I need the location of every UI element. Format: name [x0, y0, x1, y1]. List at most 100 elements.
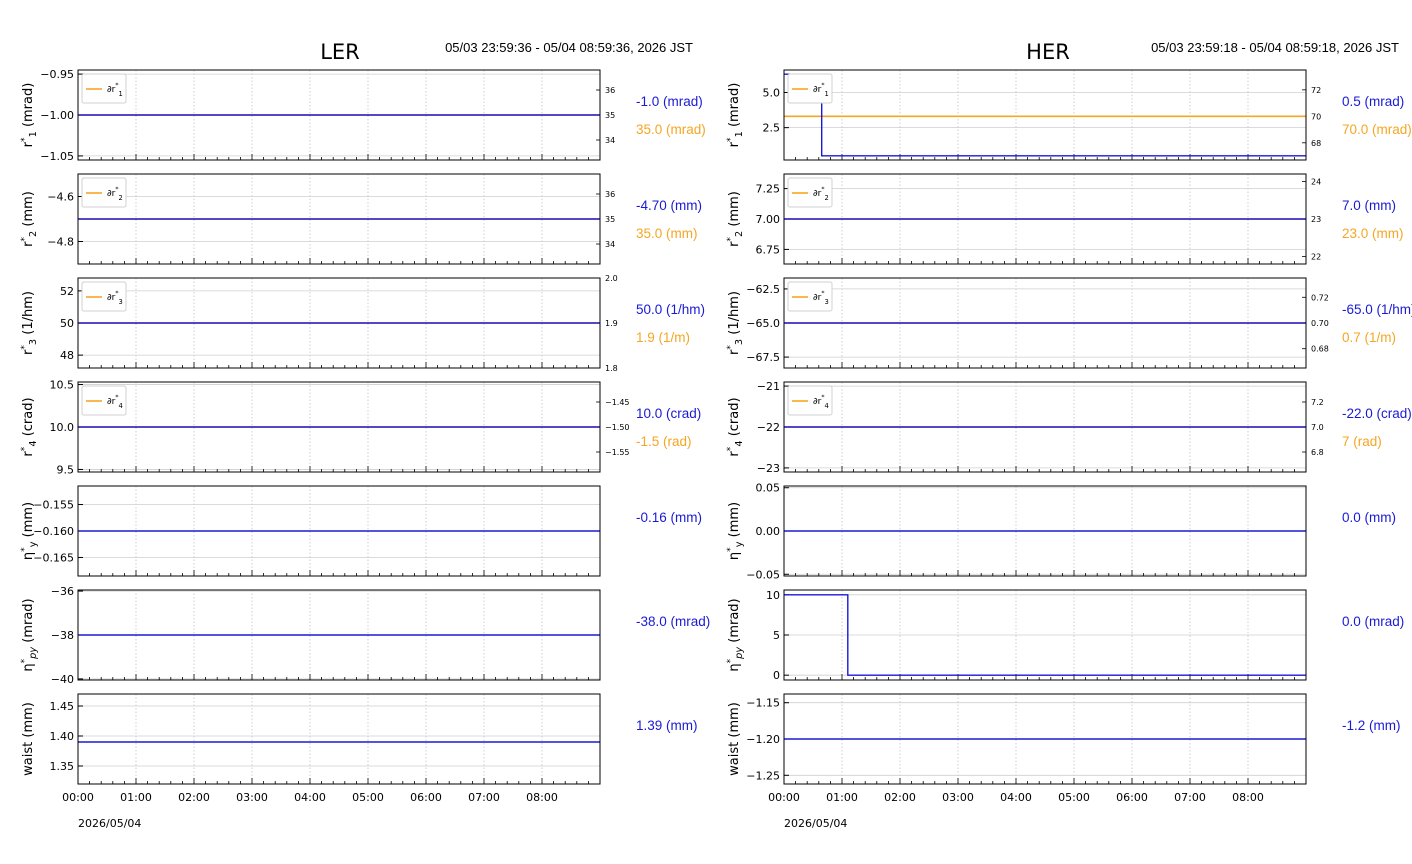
y-axis-label: r*3 (1/hm)	[726, 291, 745, 355]
legend: ∂r*3	[81, 281, 127, 312]
y-tick-label: 5	[773, 629, 780, 642]
reference-value: 0.7 (1/m)	[1342, 330, 1396, 345]
ler-panel-1: −1.05 −1.00 −0.95 34 35 36 ∂r*1 r*1 (mrad) -1.0 …	[20, 68, 706, 163]
ler-panel-7: 1.35 1.40 1.45 waist (mm) 1.39 (mm)	[21, 693, 698, 785]
current-value: 50.0 (1/hm)	[636, 302, 705, 317]
x-tick-label: 03:00	[942, 791, 974, 804]
y2-tick-label: 68	[1311, 139, 1321, 148]
y-tick-label: −4.8	[47, 236, 74, 249]
y2-tick-label: 22	[1311, 253, 1321, 262]
y2-tick-label: 72	[1311, 86, 1321, 95]
x-tick-label: 08:00	[1232, 791, 1264, 804]
her-panel-4: −23 −22 −21 6.8 7.0 7.2 ∂r*4 r*4 (crad) -22.0 (c…	[726, 380, 1412, 475]
y-tick-label: 50	[60, 317, 74, 330]
her-panel-5: −0.05 0.00 0.05 η*y (mm) 0.0 (mm)	[726, 482, 1396, 582]
y-tick-label: −38	[51, 629, 74, 642]
y-axis-label: r*4 (crad)	[726, 397, 745, 456]
legend: ∂r*1	[787, 73, 833, 104]
y-tick-label: −1.20	[746, 733, 780, 746]
x-tick-label: 04:00	[1000, 791, 1032, 804]
x-tick-label: 02:00	[178, 791, 210, 804]
current-value: -4.70 (mm)	[636, 198, 702, 213]
y-tick-label: −22	[757, 421, 780, 434]
ler-chart: LER 05/03 23:59:36 - 05/04 08:59:36, 2026…	[20, 40, 710, 830]
x-tick-label: 07:00	[468, 791, 500, 804]
y-tick-label: 1.35	[50, 760, 75, 773]
y-tick-label: −1.15	[746, 697, 780, 710]
current-value: 0.5 (mrad)	[1342, 94, 1404, 109]
y-tick-label: −4.6	[47, 191, 74, 204]
current-value: -65.0 (1/hm)	[1342, 302, 1412, 317]
y-tick-label: −1.00	[40, 109, 74, 122]
y2-tick-label: −1.45	[605, 398, 630, 407]
y-tick-label: −65.0	[746, 317, 780, 330]
current-value: 1.39 (mm)	[636, 718, 698, 733]
current-value: 0.0 (mrad)	[1342, 614, 1404, 629]
y2-tick-label: 0.70	[1311, 319, 1329, 328]
current-value: -38.0 (mrad)	[636, 614, 710, 629]
panel-frame	[783, 69, 1307, 161]
x-tick-label: 01:00	[120, 791, 152, 804]
x-tick-label: 06:00	[410, 791, 442, 804]
y-axis-label: r*4 (crad)	[20, 397, 39, 456]
y-tick-label: 5.0	[763, 87, 781, 100]
y2-tick-label: 34	[605, 136, 615, 145]
y-tick-label: 10	[766, 589, 780, 602]
her-panel-7: −1.25 −1.20 −1.15 waist (mm) -1.2 (mm)	[727, 693, 1401, 785]
y-tick-label: −36	[51, 585, 74, 598]
y-tick-label: 1.40	[50, 730, 75, 743]
y-tick-label: 0.05	[756, 482, 781, 495]
ler-panel-3: 48 50 52 1.8 1.9 2.0 ∂r*3 r*3 (1/hm) 50.0 (1/hm)…	[20, 274, 705, 373]
ler-panel-6: −40 −38 −36 η*py (mrad) -38.0 (mrad)	[20, 585, 710, 686]
reference-value: 35.0 (mrad)	[636, 122, 706, 137]
x-tick-label: 04:00	[294, 791, 326, 804]
her-date-label: 2026/05/04	[784, 817, 847, 830]
x-tick-label: 03:00	[236, 791, 268, 804]
y-tick-label: 1.45	[50, 700, 75, 713]
y-axis-label: r*2 (mm)	[20, 191, 39, 247]
y-tick-label: −40	[51, 673, 74, 686]
y-tick-label: −0.05	[746, 568, 780, 581]
series-primary-line	[784, 73, 1306, 157]
legend: ∂r*2	[81, 177, 127, 208]
her-panel-1: 2.5 5.0 68 70 72 ∂r*1 r*1 (mrad) 0.5 (mrad) 70.0…	[726, 69, 1412, 161]
y2-tick-label: 35	[605, 111, 615, 120]
current-value: 10.0 (crad)	[636, 406, 701, 421]
y-tick-label: 48	[60, 349, 74, 362]
current-value: -22.0 (crad)	[1342, 406, 1412, 421]
y2-tick-label: 35	[605, 215, 615, 224]
current-value: 7.0 (mm)	[1342, 198, 1396, 213]
x-tick-label: 01:00	[826, 791, 858, 804]
x-tick-label: 00:00	[62, 791, 94, 804]
legend: ∂r*3	[787, 281, 833, 312]
y-tick-label: 52	[60, 285, 74, 298]
her-panel-6: 0 5 10 η*py (mrad) 0.0 (mrad)	[726, 589, 1404, 682]
y-axis-label: r*1 (mrad)	[726, 83, 745, 148]
y-axis-label: waist (mm)	[727, 702, 742, 776]
current-value: -0.16 (mm)	[636, 510, 702, 525]
reference-value: 35.0 (mm)	[636, 226, 698, 241]
y-tick-label: −0.155	[33, 499, 74, 512]
reference-value: -1.5 (rad)	[636, 434, 692, 449]
x-tick-label: 06:00	[1116, 791, 1148, 804]
y-tick-label: −21	[757, 380, 780, 393]
current-value: 0.0 (mm)	[1342, 510, 1396, 525]
y2-tick-label: 36	[605, 86, 615, 95]
x-tick-label: 00:00	[768, 791, 800, 804]
y2-tick-label: 7.0	[1311, 423, 1324, 432]
reference-value: 70.0 (mrad)	[1342, 122, 1412, 137]
x-tick-label: 08:00	[526, 791, 558, 804]
ler-title: LER	[320, 40, 360, 64]
y-tick-label: −62.5	[746, 283, 780, 296]
panel-frame	[77, 693, 601, 785]
y-tick-label: 10.5	[50, 379, 75, 392]
y-tick-label: −0.95	[40, 68, 74, 81]
figure: LER 05/03 23:59:36 - 05/04 08:59:36, 2026…	[20, 40, 1412, 830]
legend: ∂r*1	[81, 73, 127, 104]
her-time-range: 05/03 23:59:18 - 05/04 08:59:18, 2026 JS…	[1151, 40, 1399, 55]
her-panel-2: 6.75 7.00 7.25 22 23 24 ∂r*2 r*2 (mm) 7.0 (mm) 23…	[726, 173, 1404, 265]
x-tick-label: 07:00	[1174, 791, 1206, 804]
y2-tick-label: 36	[605, 190, 615, 199]
y-tick-label: 2.5	[763, 122, 781, 135]
legend: ∂r*4	[787, 385, 833, 416]
